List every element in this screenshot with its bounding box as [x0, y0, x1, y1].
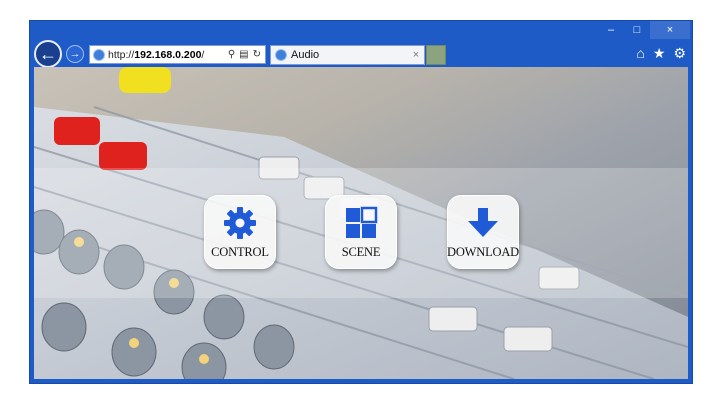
tab-close-button[interactable]: × [408, 49, 424, 61]
address-bar[interactable]: http://192.168.0.200/ ⚲ ▤ ↻ [89, 45, 266, 64]
forward-button[interactable]: → [66, 45, 84, 63]
scene-button-label: SCENE [341, 245, 381, 259]
gear-icon [224, 207, 256, 239]
address-tools: ⚲ ▤ ↻ [228, 49, 265, 60]
tab-audio[interactable]: Audio × [270, 45, 425, 65]
minimize-button[interactable]: – [598, 21, 624, 39]
favorites-star-icon[interactable]: ★ [653, 45, 666, 62]
refresh-icon[interactable]: ↻ [253, 49, 261, 60]
settings-gear-icon[interactable]: ⚙ [673, 45, 686, 62]
forward-arrow-icon: → [69, 48, 81, 60]
back-arrow-icon: ← [39, 43, 57, 64]
ie-tab-icon [275, 49, 287, 61]
download-button-label: DOWNLOAD [447, 245, 519, 259]
page-content: CONTROL SCENE DOWNLOAD [34, 67, 688, 379]
maximize-button[interactable]: □ [624, 21, 650, 39]
download-button[interactable]: DOWNLOAD [447, 195, 519, 269]
tab-title: Audio [291, 49, 320, 61]
download-arrow-icon [468, 208, 498, 237]
new-tab-button[interactable] [426, 45, 446, 65]
compatibility-view-icon[interactable]: ▤ [239, 49, 248, 60]
control-button-label: CONTROL [211, 245, 269, 259]
close-window-button[interactable]: × [650, 21, 690, 39]
url-path: / [201, 48, 205, 61]
control-button[interactable]: CONTROL [204, 195, 276, 269]
back-button[interactable]: ← [34, 40, 62, 68]
search-icon[interactable]: ⚲ [228, 49, 235, 60]
url-host: 192.168.0.200 [134, 48, 202, 61]
address-url[interactable]: http://192.168.0.200/ [108, 49, 228, 61]
window-controls: – □ × [598, 21, 690, 39]
home-icon[interactable]: ⌂ [636, 45, 644, 62]
ie-page-icon [93, 48, 105, 61]
scene-button[interactable]: SCENE [325, 195, 397, 269]
browser-chrome: – □ × ← → http://192.168.0.200/ ⚲ ▤ ↻ Au… [30, 21, 692, 68]
browser-window: – □ × ← → http://192.168.0.200/ ⚲ ▤ ↻ Au… [29, 20, 693, 384]
toolbar-icons: ⌂ ★ ⚙ [636, 45, 686, 62]
scene-grid-icon [346, 206, 378, 238]
url-scheme: http:// [108, 48, 135, 61]
